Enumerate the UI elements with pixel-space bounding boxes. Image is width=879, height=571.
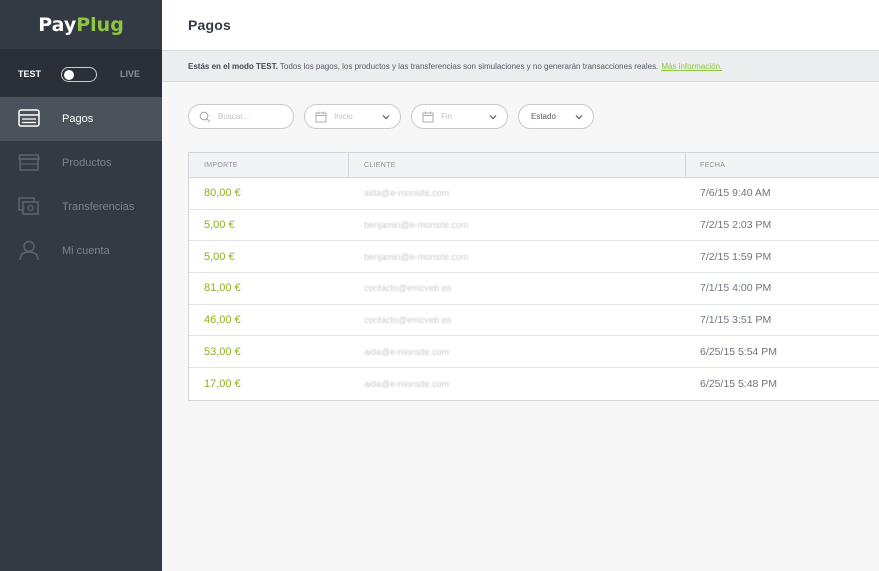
table-row[interactable]: 5,00 € benjamin@e-monsite.com 7/2/15 2:0… [189, 210, 879, 242]
user-icon [19, 240, 39, 261]
row-amount: 80,00 € [204, 187, 241, 200]
column-divider [685, 153, 686, 178]
row-amount: 53,00 € [204, 345, 241, 358]
table-row[interactable]: 80,00 € aida@e-monsite.com 7/6/15 9:40 A… [189, 178, 879, 210]
logo-part-pay: Pay [38, 13, 77, 36]
status-select-label: Estado [531, 112, 556, 121]
banner-bold-text: Estás en el modo TEST. [188, 61, 278, 71]
row-date: 7/1/15 3:51 PM [700, 314, 772, 327]
transfers-icon [18, 197, 39, 215]
page-header: Pagos [162, 0, 879, 50]
column-header-date[interactable]: FECHA [700, 153, 725, 178]
search-input[interactable]: Buscar... [188, 104, 294, 129]
table-row[interactable]: 53,00 € aida@e-monsite.com 6/25/15 5:54 … [189, 336, 879, 369]
row-date: 7/2/15 1:59 PM [700, 250, 772, 263]
row-amount: 5,00 € [204, 250, 235, 263]
start-date-placeholder: Inicio [334, 112, 353, 121]
chevron-down-icon [489, 115, 497, 120]
page-title: Pagos [188, 17, 232, 33]
mode-test-label: TEST [18, 68, 42, 79]
table-row[interactable]: 5,00 € benjamin@e-monsite.com 7/2/15 1:5… [189, 241, 879, 274]
table-row[interactable]: 17,00 € aida@e-monsite.com 6/25/15 5:48 … [189, 368, 879, 400]
column-divider [348, 153, 349, 178]
sidebar: Pay Plug TEST LIVE Pagos Productos Transf… [0, 0, 162, 571]
main-content: Pagos Estás en el modo TEST. Todos los p… [162, 0, 879, 571]
payments-table: IMPORTE CLIENTE FECHA 80,00 € aida@e-mon… [188, 152, 879, 401]
chevron-down-icon [575, 115, 583, 120]
calendar-icon [315, 111, 327, 123]
calendar-icon [422, 111, 434, 123]
search-icon [199, 111, 211, 123]
chevron-down-icon [382, 115, 390, 120]
mode-switch-row: TEST LIVE [0, 50, 162, 97]
payplug-logo[interactable]: Pay Plug [0, 0, 162, 50]
end-date-placeholder: Fin [441, 112, 453, 121]
sidebar-item-label: Transferencias [62, 201, 135, 213]
toggle-knob [64, 69, 74, 80]
payments-list-icon [18, 109, 40, 127]
more-info-link[interactable]: Más información. [661, 62, 722, 71]
end-date-picker[interactable]: Fin [411, 104, 508, 129]
row-date: 7/1/15 4:00 PM [700, 282, 772, 295]
table-header: IMPORTE CLIENTE FECHA [189, 153, 879, 178]
start-date-picker[interactable]: Inicio [304, 104, 401, 129]
row-amount: 46,00 € [204, 314, 241, 327]
row-amount: 5,00 € [204, 219, 235, 232]
row-client: benjamin@e-monsite.com [364, 220, 469, 231]
sidebar-item-transferencias[interactable]: Transferencias [0, 185, 162, 229]
row-date: 6/25/15 5:54 PM [700, 345, 778, 358]
row-client: benjamin@e-monsite.com [364, 251, 469, 262]
row-date: 6/25/15 5:48 PM [700, 377, 778, 390]
sidebar-item-label: Pagos [62, 113, 94, 125]
store-icon [18, 154, 40, 171]
sidebar-item-label: Productos [62, 157, 112, 169]
mode-live-label: LIVE [120, 68, 141, 79]
row-client: contacto@emoveb.es [364, 283, 452, 294]
row-client: aida@e-monsite.com [364, 346, 450, 357]
banner-text: Todos los pagos, los productos y las tra… [277, 61, 659, 71]
sidebar-item-mi-cuenta[interactable]: Mi cuenta [0, 229, 162, 273]
logo-part-plug: Plug [76, 13, 124, 36]
test-live-toggle[interactable] [61, 67, 97, 82]
sidebar-item-pagos[interactable]: Pagos [0, 97, 162, 141]
row-client: aida@e-monsite.com [364, 188, 450, 199]
sidebar-item-label: Mi cuenta [62, 245, 110, 257]
search-placeholder: Buscar... [218, 112, 250, 121]
row-client: aida@e-monsite.com [364, 378, 450, 389]
column-header-client[interactable]: CLIENTE [364, 153, 396, 178]
table-row[interactable]: 46,00 € contacto@emoveb.es 7/1/15 3:51 P… [189, 305, 879, 337]
row-date: 7/2/15 2:03 PM [700, 219, 772, 232]
sidebar-item-productos[interactable]: Productos [0, 141, 162, 185]
row-amount: 81,00 € [204, 282, 241, 295]
row-client: contacto@emoveb.es [364, 315, 452, 326]
column-header-amount[interactable]: IMPORTE [204, 153, 238, 178]
table-row[interactable]: 81,00 € contacto@emoveb.es 7/1/15 4:00 P… [189, 273, 879, 305]
row-amount: 17,00 € [204, 377, 241, 390]
status-select[interactable]: Estado [518, 104, 594, 129]
test-mode-banner: Estás en el modo TEST. Todos los pagos, … [162, 50, 879, 82]
row-date: 7/6/15 9:40 AM [700, 187, 771, 200]
